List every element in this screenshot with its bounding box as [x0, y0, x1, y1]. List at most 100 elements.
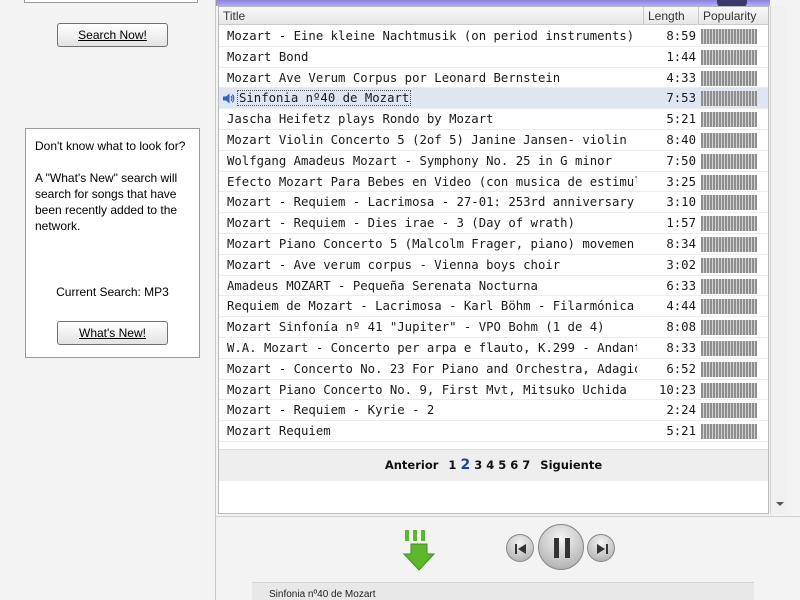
table-row[interactable]: Mozart Piano Concerto 5 (Malcolm Frager,…: [219, 234, 768, 255]
row-title: Sinfonia nº40 de Mozart: [237, 88, 647, 108]
list-header: Title Length Popularity: [219, 7, 768, 25]
next-track-icon: [597, 544, 608, 554]
table-row[interactable]: Mozart Sinfonía nº 41 "Jupiter" - VPO Bo…: [219, 317, 768, 338]
row-length: 3:10: [666, 195, 696, 210]
column-header-popularity[interactable]: Popularity: [699, 7, 768, 25]
pager-page-2[interactable]: 2: [460, 457, 470, 473]
row-length: 8:34: [666, 236, 696, 251]
row-length: 10:23: [658, 382, 696, 397]
column-header-title[interactable]: Title: [219, 7, 644, 25]
row-title: Mozart Requiem: [227, 424, 331, 439]
search-options-box: [24, 0, 198, 3]
row-title-text: Sinfonia nº40 de Mozart: [237, 90, 412, 107]
player-divider: [216, 516, 800, 517]
row-length: 5:21: [666, 112, 696, 127]
row-title: Mozart - Ave verum corpus - Vienna boys …: [227, 257, 561, 272]
row-title: Mozart Piano Concerto 5 (Malcolm Frager,…: [227, 236, 637, 251]
row-length: 7:50: [666, 153, 696, 168]
next-track-button[interactable]: [587, 534, 615, 562]
row-title: Efecto Mozart Para Bebes en Video (con m…: [227, 174, 637, 189]
table-row[interactable]: Amadeus MOZART - Pequeña Serenata Noctur…: [219, 276, 768, 297]
row-title: Mozart - Requiem - Kyrie - 2: [227, 403, 435, 418]
pager-page-4[interactable]: 4: [486, 458, 494, 472]
table-row[interactable]: Requiem de Mozart - Lacrimosa - Karl Böh…: [219, 296, 768, 318]
popularity-bar: [701, 153, 757, 169]
popularity-bar: [701, 236, 757, 252]
popularity-bar: [701, 195, 757, 211]
list-scrollbar[interactable]: [770, 6, 786, 514]
row-title: Mozart Piano Concerto No. 9, First Mvt, …: [227, 382, 627, 397]
results-rows: Mozart - Eine kleine Nachtmusik (on peri…: [219, 26, 768, 442]
pager-page-5[interactable]: 5: [498, 458, 506, 472]
info-question: Don't know what to look for?: [35, 139, 186, 153]
row-length: 2:24: [666, 403, 696, 418]
pager-next[interactable]: Siguiente: [540, 458, 602, 472]
table-row[interactable]: Mozart Bond 1:44: [219, 47, 768, 68]
search-now-button[interactable]: Search Now!: [57, 23, 168, 47]
table-row[interactable]: Mozart Requiem 5:21: [219, 421, 768, 442]
row-length: 5:21: [666, 424, 696, 439]
table-row[interactable]: Mozart Violin Concerto 5 (2of 5) Janine …: [219, 130, 768, 151]
popularity-bar: [701, 70, 757, 86]
popularity-bar: [701, 49, 757, 65]
column-header-length[interactable]: Length: [644, 7, 699, 25]
row-length: 4:33: [666, 70, 696, 85]
table-row[interactable]: Mozart - Requiem - Dies irae - 3 (Day of…: [219, 213, 768, 234]
pause-button[interactable]: [538, 524, 584, 570]
current-search-label: Current Search: MP3: [56, 285, 169, 299]
pager-page-3[interactable]: 3: [474, 458, 482, 472]
table-row[interactable]: Wolfgang Amadeus Mozart - Symphony No. 2…: [219, 151, 768, 172]
whats-new-info-box: Don't know what to look for? A "What's N…: [25, 128, 200, 358]
row-title: Mozart - Concerto No. 23 For Piano and O…: [227, 361, 637, 376]
pager-previous[interactable]: Anterior: [385, 458, 439, 472]
table-row[interactable]: Mozart Ave Verum Corpus por Leonard Bern…: [219, 68, 768, 89]
popularity-bar: [701, 361, 757, 377]
popularity-bar: [701, 29, 757, 44]
whats-new-button[interactable]: What's New!: [57, 321, 168, 345]
popularity-bar: [701, 403, 757, 419]
row-length: 6:52: [666, 361, 696, 376]
row-title: Jascha Heifetz plays Rondo by Mozart: [227, 112, 494, 127]
row-title: Mozart - Eine kleine Nachtmusik (on peri…: [227, 29, 635, 43]
row-length: 8:40: [666, 132, 696, 147]
popularity-bar: [701, 174, 757, 190]
row-title: Wolfgang Amadeus Mozart - Symphony No. 2…: [227, 153, 612, 168]
results-list: Title Length Popularity Mozart - Eine kl…: [218, 6, 769, 514]
row-title: W.A. Mozart - Concerto per arpa e flauto…: [227, 340, 637, 355]
table-row[interactable]: Efecto Mozart Para Bebes en Video (con m…: [219, 172, 768, 193]
popularity-bar: [701, 340, 757, 356]
table-row[interactable]: Mozart - Ave verum corpus - Vienna boys …: [219, 255, 768, 276]
pager: Anterior 1234567 Siguiente: [219, 449, 768, 481]
pager-page-7[interactable]: 7: [522, 458, 530, 472]
row-length: 8:59: [666, 29, 696, 43]
pause-icon: [554, 538, 570, 558]
table-row[interactable]: Mozart - Eine kleine Nachtmusik (on peri…: [219, 26, 768, 47]
row-title: Mozart Violin Concerto 5 (2of 5) Janine …: [227, 132, 627, 147]
table-row[interactable]: W.A. Mozart - Concerto per arpa e flauto…: [219, 338, 768, 359]
table-row[interactable]: Mozart - Requiem - Kyrie - 2 2:24: [219, 400, 768, 422]
row-length: 7:53: [666, 91, 696, 106]
download-arrow-icon[interactable]: [402, 528, 436, 572]
scroll-down-arrow-icon[interactable]: [776, 502, 784, 506]
row-length: 3:25: [666, 174, 696, 189]
row-title: Mozart - Requiem - Dies irae - 3 (Day of…: [227, 216, 575, 231]
row-length: 8:08: [666, 320, 696, 335]
row-title: Requiem de Mozart - Lacrimosa - Karl Böh…: [227, 299, 637, 314]
row-length: 4:44: [666, 299, 696, 314]
popularity-bar: [701, 132, 757, 148]
info-description: A "What's New" search will search for so…: [35, 171, 178, 233]
speaker-icon: [223, 93, 235, 104]
row-title: Mozart Bond: [227, 49, 309, 64]
previous-track-button[interactable]: [506, 534, 534, 562]
pager-page-6[interactable]: 6: [510, 458, 518, 472]
table-row[interactable]: Sinfonia nº40 de Mozart 7:53: [219, 88, 768, 110]
table-row[interactable]: Mozart Piano Concerto No. 9, First Mvt, …: [219, 380, 768, 401]
table-row[interactable]: Mozart - Requiem - Lacrimosa - 27-01: 25…: [219, 192, 768, 214]
row-title: Amadeus MOZART - Pequeña Serenata Noctur…: [227, 278, 538, 293]
table-row[interactable]: Jascha Heifetz plays Rondo by Mozart 5:21: [219, 109, 768, 130]
row-title: Mozart Sinfonía nº 41 "Jupiter" - VPO Bo…: [227, 320, 605, 335]
pager-page-1[interactable]: 1: [448, 458, 456, 472]
table-row[interactable]: Mozart - Concerto No. 23 For Piano and O…: [219, 359, 768, 380]
row-length: 1:57: [666, 216, 696, 231]
popularity-bar: [701, 91, 757, 107]
